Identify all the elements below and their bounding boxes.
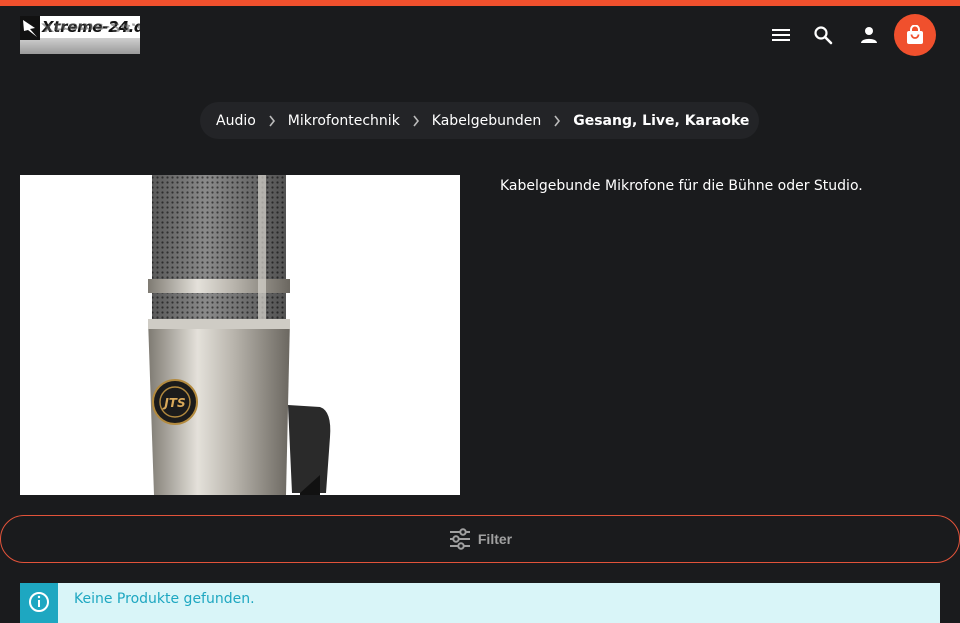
microphone-illustration: JTS — [148, 175, 331, 495]
breadcrumb-item-audio[interactable]: Audio — [216, 113, 256, 129]
site-header: Xtreme-24.de Xtreme-24.de — [0, 6, 960, 64]
sliders-icon — [449, 528, 470, 550]
search-icon — [814, 26, 833, 45]
svg-text:JTS: JTS — [162, 396, 185, 410]
notice-icon-box — [20, 583, 58, 623]
logo-bird-icon — [20, 16, 40, 40]
breadcrumb-item-mikrofontechnik[interactable]: Mikrofontechnik — [288, 113, 400, 129]
breadcrumb-current: Gesang, Live, Karaoke — [573, 112, 750, 129]
breadcrumb-item-kabelgebunden[interactable]: Kabelgebunden — [432, 113, 541, 129]
chevron-right-icon — [412, 115, 420, 127]
cart-button[interactable] — [894, 14, 936, 56]
breadcrumb: Audio Mikrofontechnik Kabelgebunden Gesa… — [200, 102, 759, 139]
chevron-right-icon — [553, 115, 561, 127]
filter-button[interactable]: Filter — [0, 515, 960, 563]
notice-text: Keine Produkte gefunden. — [74, 591, 255, 607]
info-icon — [29, 592, 49, 612]
menu-icon — [772, 29, 790, 41]
category-image: JTS — [20, 175, 460, 495]
site-logo[interactable]: Xtreme-24.de Xtreme-24.de — [20, 16, 140, 54]
search-button[interactable] — [810, 22, 836, 48]
no-products-notice: Keine Produkte gefunden. — [20, 583, 940, 623]
shopping-bag-icon — [907, 25, 923, 44]
filter-label: Filter — [477, 531, 513, 547]
category-description: Kabelgebunde Mikrofone für die Bühne ode… — [500, 178, 863, 194]
logo-reflection: Xtreme-24.de — [42, 20, 140, 35]
account-icon — [861, 27, 877, 43]
menu-button[interactable] — [768, 22, 794, 48]
chevron-right-icon — [268, 115, 276, 127]
account-button[interactable] — [856, 22, 882, 48]
